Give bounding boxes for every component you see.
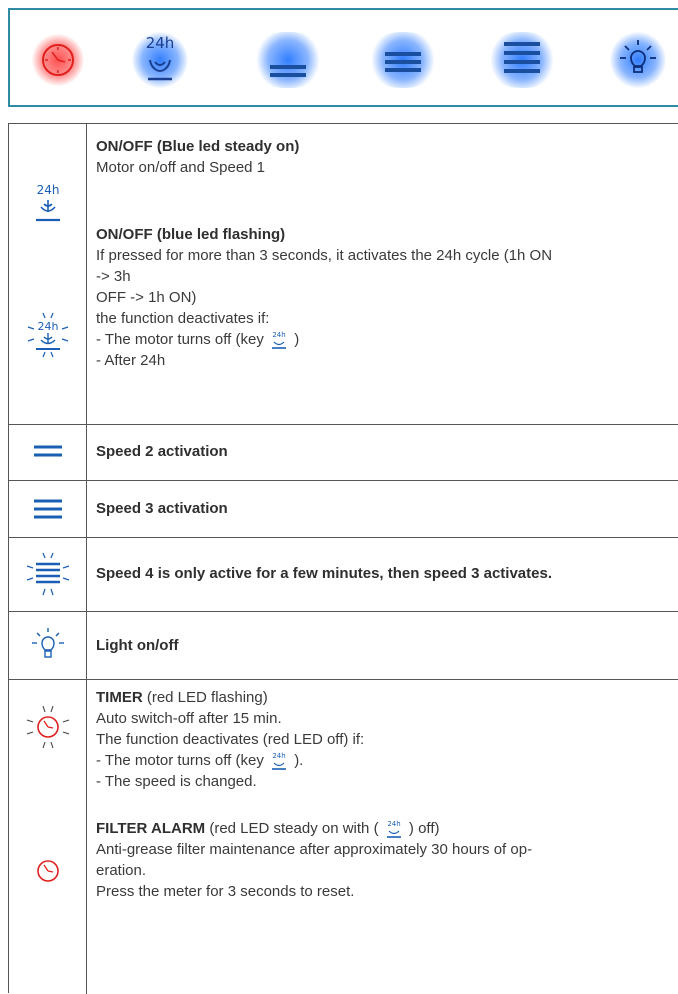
speed-3-label: Speed 3 activation	[96, 500, 228, 517]
table-row-speed-3: Speed 3 activation	[9, 480, 678, 538]
onoff-line-5: - The motor turns off (key 24h )	[96, 329, 677, 350]
speed-2-icon	[270, 65, 306, 77]
filter-line-3: Press the meter for 3 seconds to reset.	[96, 883, 355, 901]
speed-3-icon	[9, 480, 86, 537]
onoff-steady-title: ON/OFF (Blue led steady on)	[96, 138, 300, 155]
fan-24h-icon: 24h	[9, 174, 86, 234]
timer-line-4: - The speed is changed.	[96, 773, 257, 791]
bulb-icon	[9, 611, 86, 679]
timer-description: TIMER (red LED flashing) Auto switch-off…	[96, 687, 677, 902]
table-row-timer: TIMER (red LED flashing) Auto switch-off…	[9, 679, 678, 994]
functions-table: 24h 24h ON/OFF (Blue led steady on) Moto…	[8, 123, 678, 994]
speed-2-label: Speed 2 activation	[96, 443, 228, 460]
table-row-speed-2: Speed 2 activation	[9, 424, 678, 481]
onoff-line-4: the function deactivates if:	[96, 310, 270, 327]
fan-24h-inline-icon: 24h	[386, 820, 401, 838]
speed-3-icon	[385, 52, 421, 72]
bulb-icon	[620, 40, 656, 73]
speed-4-icon	[504, 42, 540, 73]
onoff-description: ON/OFF (Blue led steady on) Motor on/off…	[96, 136, 677, 371]
light-button[interactable]	[610, 32, 666, 88]
fan-24h-inline-icon: 24h	[272, 752, 287, 770]
filter-line-1: Anti-grease filter maintenance after app…	[96, 841, 533, 859]
onoff-24h-button[interactable]: 24h	[132, 32, 188, 88]
timer-line-1: Auto switch-off after 15 min.	[96, 710, 282, 727]
speed-2-button[interactable]	[254, 32, 322, 88]
onoff-line-1: If pressed for more than 3 seconds, it a…	[96, 247, 553, 264]
fan-24h-inline-icon: 24h	[272, 331, 287, 349]
filter-line-2: eration.	[96, 862, 147, 880]
table-row-speed-4: Speed 4 is only active for a few minutes…	[9, 537, 678, 612]
table-row-light: Light on/off	[9, 611, 678, 680]
speed-4-flashing-icon	[9, 537, 86, 611]
timer-line-3: - The motor turns off (key 24h ).	[96, 750, 677, 771]
timer-title: TIMER	[96, 689, 143, 706]
fan-24h-icon	[148, 59, 172, 81]
fan-24h-flashing-icon: 24h	[9, 304, 86, 364]
svg-text:24h: 24h	[272, 752, 285, 760]
filter-alarm-title: FILTER ALARM	[96, 820, 206, 838]
timer-button[interactable]	[30, 32, 86, 88]
onoff-line-6: - After 24h	[96, 352, 166, 370]
clock-flashing-icon	[9, 699, 86, 755]
svg-text:24h: 24h	[272, 331, 285, 339]
svg-text:24h: 24h	[36, 183, 59, 197]
timer-title-line: TIMER (red LED flashing)	[96, 689, 268, 706]
light-label: Light on/off	[96, 637, 179, 654]
onoff-line-2: -> 3h	[96, 268, 131, 285]
svg-text:24h: 24h	[387, 820, 400, 828]
table-row-onoff: 24h 24h ON/OFF (Blue led steady on) Moto…	[9, 124, 678, 425]
onoff-steady-text: Motor on/off and Speed 1	[96, 159, 266, 176]
clock-icon	[42, 44, 74, 76]
speed-4-button[interactable]	[488, 32, 556, 88]
speed-3-button[interactable]	[369, 32, 437, 88]
onoff-flashing-title: ON/OFF (blue led flashing)	[96, 226, 286, 243]
filter-alarm-line: FILTER ALARM (red LED steady on with ( 2…	[96, 818, 677, 839]
onoff-line-3: OFF -> 1h ON)	[96, 289, 197, 306]
svg-text:24h: 24h	[37, 320, 58, 333]
speed-2-icon	[9, 424, 86, 480]
control-panel: 24h	[8, 8, 678, 107]
clock-icon	[9, 851, 86, 891]
timer-line-2: The function deactivates (red LED off) i…	[96, 731, 365, 748]
speed-4-label: Speed 4 is only active for a few minutes…	[96, 565, 552, 582]
